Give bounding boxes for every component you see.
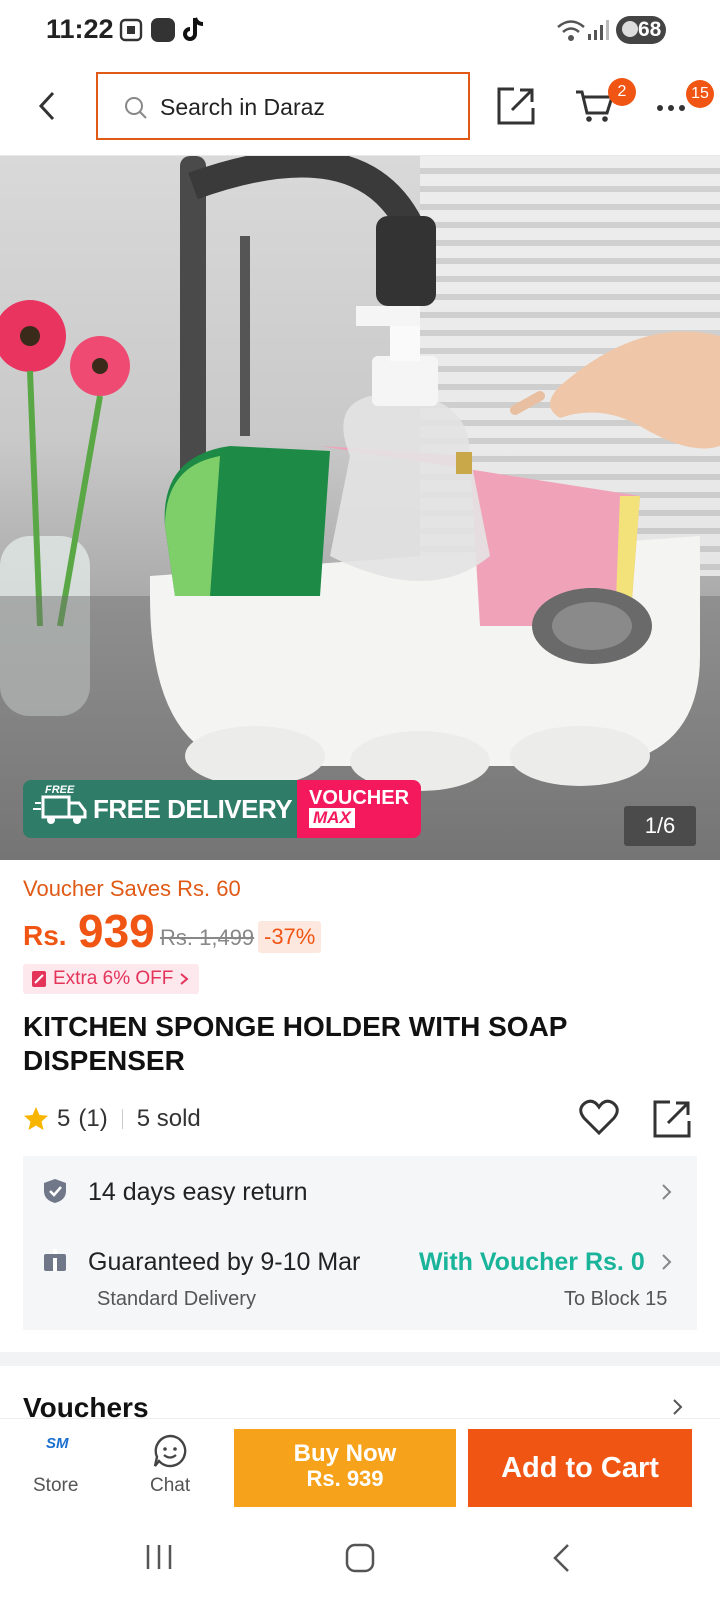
free-delivery-voucher-banner: FREE FREE DELIVERY VOUCHER MAX xyxy=(23,780,421,838)
return-text: 14 days easy return xyxy=(88,1178,308,1206)
chat-icon xyxy=(153,1434,187,1468)
service-info-card: 14 days easy return Guaranteed by 9-10 M… xyxy=(23,1156,697,1330)
system-back-icon[interactable] xyxy=(550,1542,572,1574)
free-delivery-label: FREE FREE DELIVERY xyxy=(23,780,297,838)
wifi-icon xyxy=(557,20,585,41)
voucher-text: VOUCHER xyxy=(309,787,410,809)
max-text: MAX xyxy=(309,808,355,828)
extra-off-tag[interactable]: Extra 6% OFF xyxy=(23,964,200,994)
original-price: Rs. 1,499 xyxy=(160,925,255,950)
price-value: 939 xyxy=(78,905,155,957)
more-icon xyxy=(657,105,685,111)
voucher-saves-text: Voucher Saves Rs. 60 xyxy=(23,876,241,901)
voucher-delivery-text: With Voucher Rs. 0 xyxy=(419,1248,645,1276)
product-photo xyxy=(0,156,720,860)
more-button[interactable]: 15 xyxy=(656,80,714,128)
free-delivery-text: FREE DELIVERY xyxy=(93,793,293,824)
chevron-right-icon[interactable] xyxy=(672,1398,684,1416)
store-icon: SM xyxy=(46,1435,69,1452)
chat-label: Chat xyxy=(150,1475,191,1496)
more-count-badge: 15 xyxy=(686,80,714,108)
app-status-icon xyxy=(151,18,175,42)
destination-text: To Block 15 xyxy=(564,1288,668,1310)
battery-saver-icon xyxy=(622,21,638,37)
guarantee-text: Guaranteed by 9-10 Mar xyxy=(88,1248,361,1276)
tiktok-icon xyxy=(183,17,204,41)
add-to-cart-button[interactable]: Add to Cart xyxy=(468,1429,692,1507)
voucher-max-label: VOUCHER MAX xyxy=(297,780,421,838)
share-product-icon[interactable] xyxy=(652,1099,692,1139)
home-icon[interactable] xyxy=(344,1542,376,1574)
cart-count-badge: 2 xyxy=(608,78,636,106)
coupon-icon xyxy=(32,971,46,987)
status-bar: 11:22 68 xyxy=(0,0,720,62)
delivery-type: Standard Delivery xyxy=(97,1288,256,1310)
chevron-right-icon xyxy=(662,1254,672,1270)
product-image-carousel[interactable]: FREE FREE DELIVERY VOUCHER MAX 1/6 xyxy=(0,156,720,860)
product-title: KITCHEN SPONGE HOLDER WITH SOAP DISPENSE… xyxy=(23,1011,567,1076)
shield-icon xyxy=(44,1179,66,1203)
bottom-action-bar: SM Store Chat Buy Now Rs. 939 Add to Car… xyxy=(0,1418,720,1518)
price-currency: Rs. xyxy=(23,920,67,951)
chat-button[interactable]: Chat xyxy=(138,1425,214,1515)
back-icon[interactable] xyxy=(36,90,58,122)
top-header: Search in Daraz 2 15 xyxy=(0,62,720,156)
search-placeholder: Search in Daraz xyxy=(160,94,325,120)
status-time: 11:22 xyxy=(46,14,114,44)
signal-icon xyxy=(588,20,609,40)
search-input[interactable]: Search in Daraz xyxy=(96,72,470,140)
rating-count: (1) xyxy=(78,1105,108,1132)
image-counter: 1/6 xyxy=(624,806,696,846)
rating-row[interactable]: 5 (1) 5 sold xyxy=(23,1105,201,1133)
battery-indicator: 68 xyxy=(616,16,666,44)
star-icon xyxy=(24,1107,48,1130)
sold-count: 5 sold xyxy=(136,1105,201,1132)
battery-level: 68 xyxy=(638,18,662,41)
section-divider xyxy=(0,1352,720,1366)
buy-now-price: Rs. 939 xyxy=(306,1466,384,1491)
store-label: Store xyxy=(33,1475,79,1496)
screenshot-icon xyxy=(119,18,143,42)
share-icon[interactable] xyxy=(496,86,536,126)
free-tag: FREE xyxy=(45,784,75,796)
discount-badge: -37% xyxy=(258,921,322,953)
extra-off-text: Extra 6% OFF xyxy=(53,968,174,989)
recent-apps-icon[interactable] xyxy=(144,1542,174,1572)
rating-value: 5 xyxy=(57,1105,71,1132)
delivery-icon xyxy=(44,1249,66,1271)
system-navigation-bar xyxy=(0,1518,720,1600)
cart-button[interactable]: 2 xyxy=(574,78,636,130)
chevron-right-icon xyxy=(662,1184,672,1200)
divider xyxy=(121,1109,123,1129)
buy-now-label: Buy Now xyxy=(293,1440,397,1467)
buy-now-button[interactable]: Buy Now Rs. 939 xyxy=(234,1429,456,1507)
heart-icon[interactable] xyxy=(579,1099,619,1135)
search-icon xyxy=(125,97,147,119)
store-button[interactable]: SM Store xyxy=(18,1425,94,1515)
chevron-right-icon xyxy=(180,973,189,985)
easy-return-row[interactable]: 14 days easy return xyxy=(23,1156,697,1226)
delivery-row[interactable]: Guaranteed by 9-10 Mar Standard Delivery… xyxy=(23,1226,697,1330)
